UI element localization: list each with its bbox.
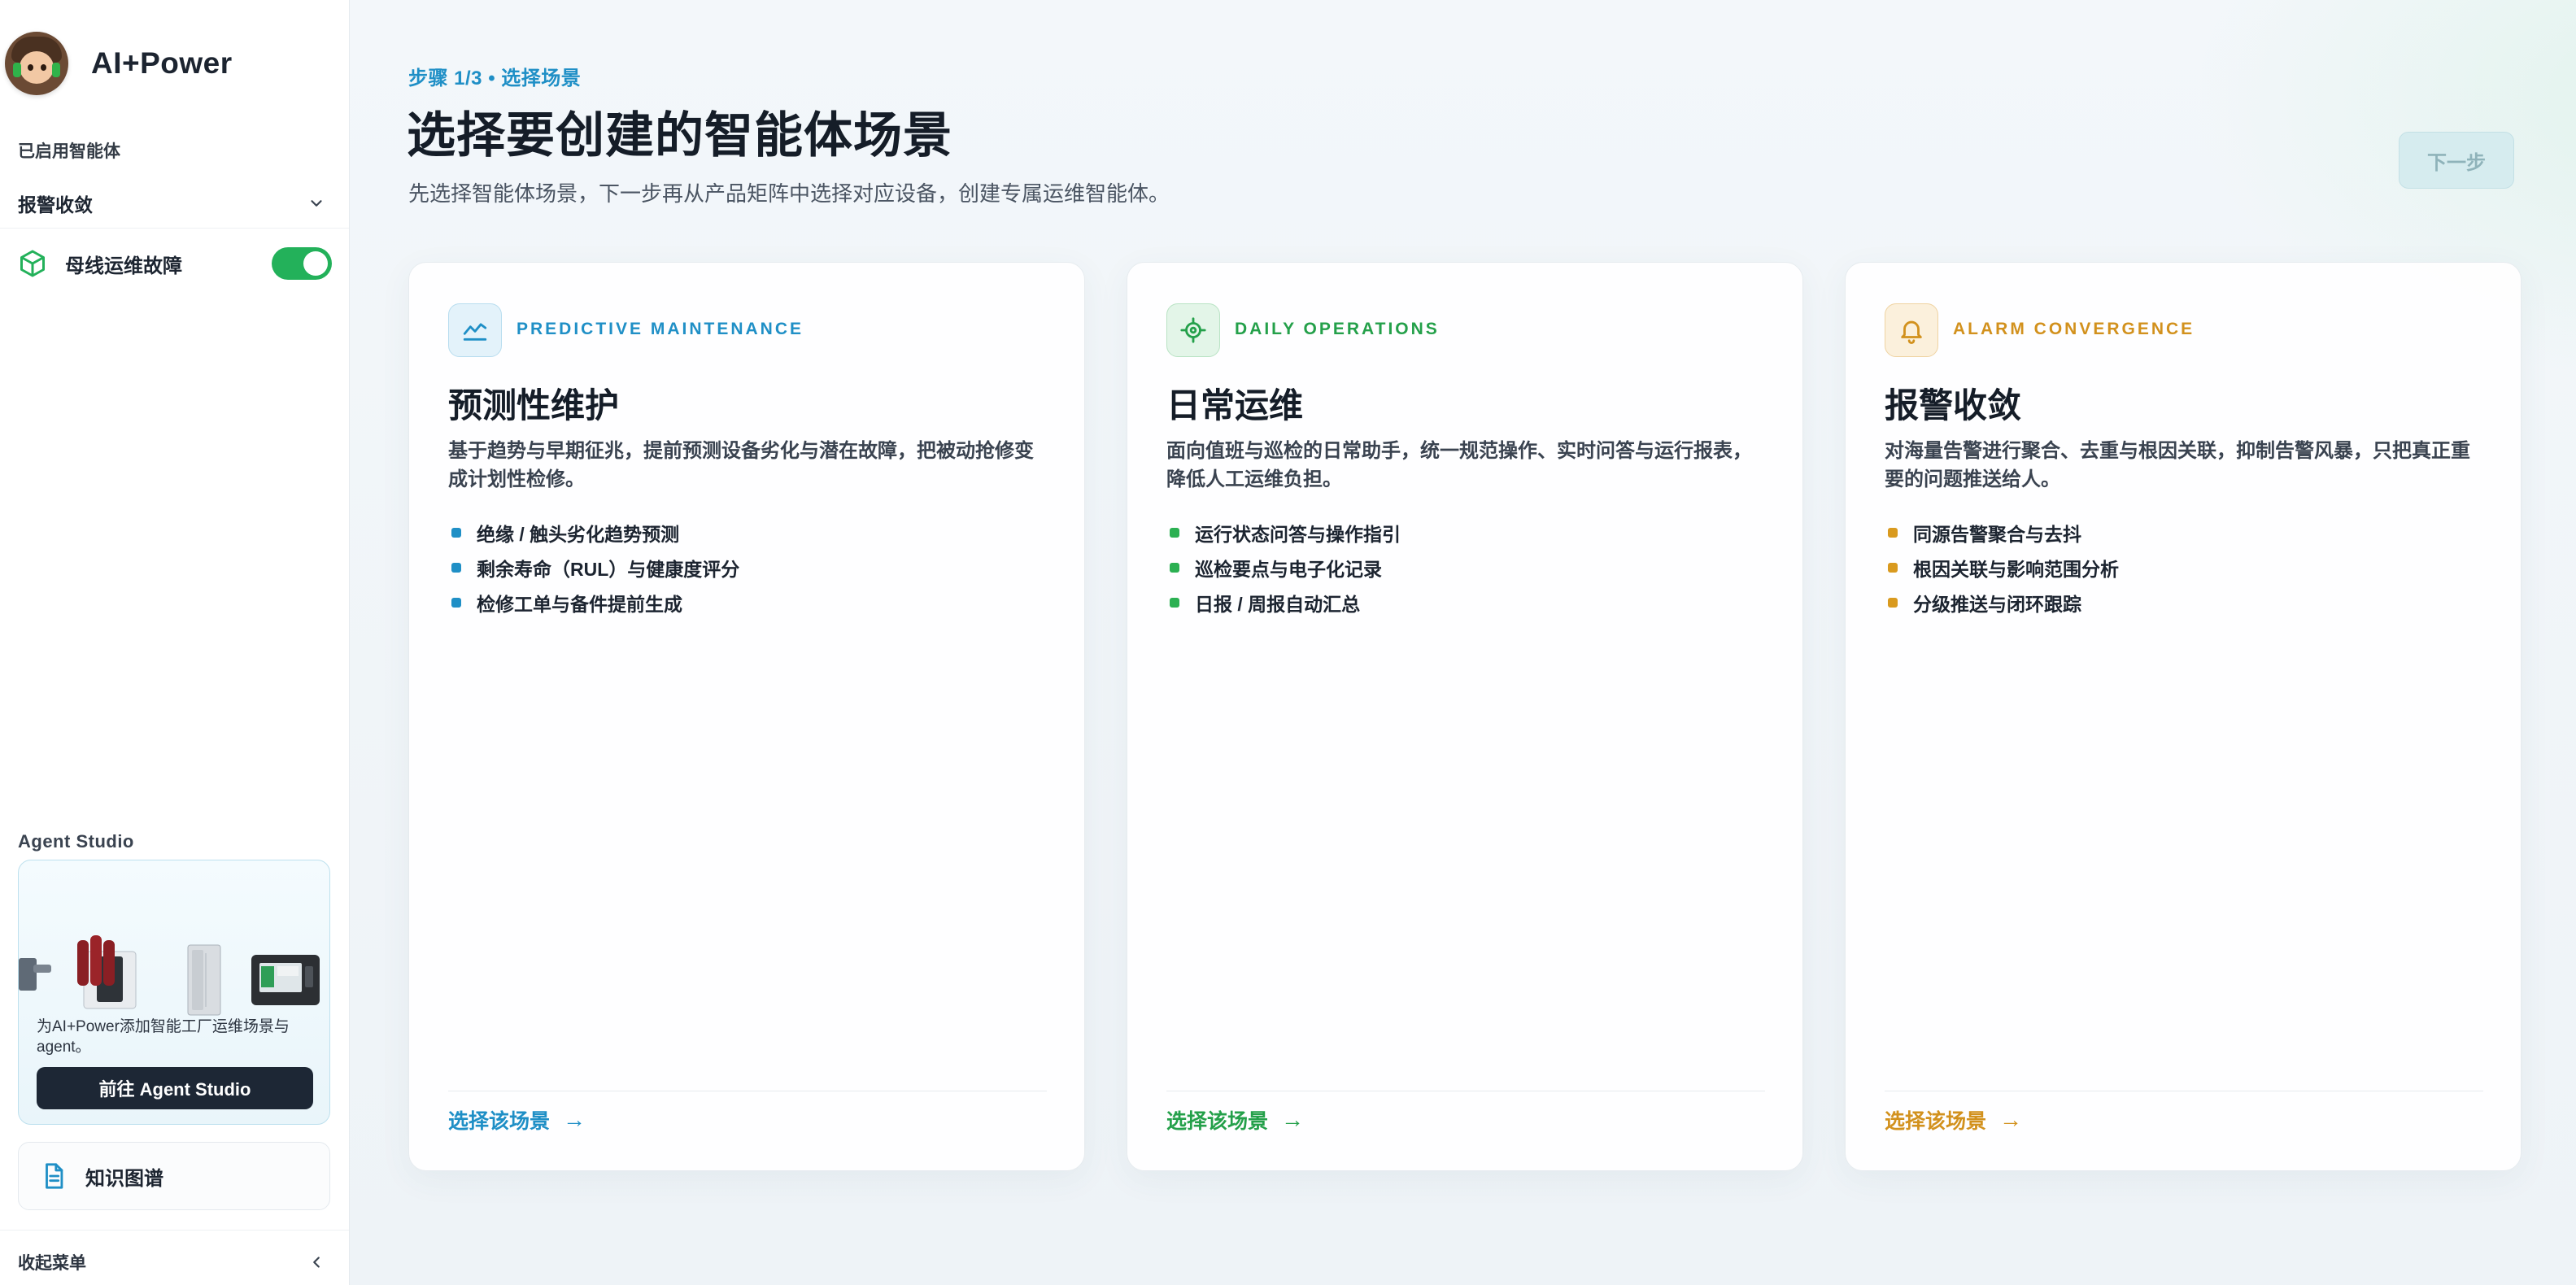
feature-list: 同源告警聚合与去抖 根因关联与影响范围分析 分级推送与闭环跟踪: [1885, 515, 2119, 620]
list-item: 日报 / 周报自动汇总: [1166, 585, 1401, 620]
document-icon: [46, 1163, 63, 1189]
card-description: 基于趋势与早期征兆，提前预测设备劣化与潜在故障，把被动抢修变成计划性检修。: [448, 440, 1034, 490]
cta-label: 选择该场景: [448, 1110, 551, 1133]
card-description: 对海量告警进行聚合、去重与根因关联，抑制告警风暴，只把真正重要的问题推送给人。: [1885, 440, 2470, 490]
target-icon: [1166, 303, 1220, 357]
card-title: 日常运维: [1166, 386, 1304, 425]
collapse-menu-button[interactable]: 收起菜单: [18, 1246, 325, 1278]
app-title: AI+Power: [91, 46, 233, 80]
card-tag: ALARM CONVERGENCE: [1953, 320, 2195, 338]
select-scenario-link[interactable]: 选择该场景 →: [448, 1105, 586, 1135]
feature-text: 剩余寿命（RUL）与健康度评分: [477, 558, 740, 580]
sidebar-divider-bottom: [0, 1230, 349, 1231]
scenario-card-predictive-maintenance[interactable]: PREDICTIVE MAINTENANCE 预测性维护 基于趋势与早期征兆，提…: [408, 262, 1085, 1171]
sidebar-item-agent[interactable]: 母线运维故障: [18, 241, 332, 286]
studio-description: 为AI+Power添加智能工厂运维场景与agent。: [37, 1018, 290, 1056]
sidebar-item-knowledge-graph[interactable]: 知识图谱: [18, 1142, 330, 1210]
card-title: 报警收敛: [1885, 386, 2022, 425]
page-title: 选择要创建的智能体场景: [407, 108, 952, 163]
list-item: 绝缘 / 触头劣化趋势预测: [448, 515, 739, 550]
list-item: 根因关联与影响范围分析: [1885, 550, 2119, 585]
page-subtitle: 先选择智能体场景，下一步再从产品矩阵中选择对应设备，创建专属运维智能体。: [408, 181, 1170, 206]
knowledge-graph-label: 知识图谱: [85, 1167, 163, 1190]
list-item: 分级推送与闭环跟踪: [1885, 585, 2119, 620]
feature-list: 运行状态问答与操作指引 巡检要点与电子化记录 日报 / 周报自动汇总: [1166, 515, 1401, 620]
feature-text: 运行状态问答与操作指引: [1195, 523, 1401, 545]
collapse-menu-label: 收起菜单: [18, 1254, 86, 1273]
feature-text: 日报 / 周报自动汇总: [1195, 593, 1361, 615]
chevron-left-icon: [307, 1253, 325, 1271]
list-item: 检修工单与备件提前生成: [448, 585, 739, 620]
cta-label: 选择该场景: [1885, 1110, 1987, 1133]
avatar: [5, 32, 68, 95]
trend-chart-icon: [448, 303, 502, 357]
cta-label: 选择该场景: [1166, 1110, 1269, 1133]
studio-section-label: Agent Studio: [18, 831, 134, 852]
feature-list: 绝缘 / 触头劣化趋势预测 剩余寿命（RUL）与健康度评分 检修工单与备件提前生…: [448, 515, 739, 620]
list-item: 运行状态问答与操作指引: [1166, 515, 1401, 550]
arrow-right-icon: →: [1281, 1107, 1305, 1132]
arrow-right-icon: →: [1999, 1107, 2023, 1132]
arrow-right-icon: →: [563, 1107, 586, 1132]
brand: AI+Power: [5, 31, 233, 96]
feature-text: 检修工单与备件提前生成: [477, 593, 682, 615]
feature-text: 同源告警聚合与去抖: [1913, 523, 2081, 545]
card-title: 预测性维护: [448, 386, 620, 425]
cube-icon: [20, 250, 45, 277]
select-scenario-link[interactable]: 选择该场景 →: [1885, 1105, 2022, 1135]
device-products-image: [19, 935, 320, 1016]
list-item: 剩余寿命（RUL）与健康度评分: [448, 550, 739, 585]
agent-group-label: 报警收敛: [18, 194, 93, 216]
list-item: 巡检要点与电子化记录: [1166, 550, 1401, 585]
scenario-card-alarm-convergence[interactable]: ALARM CONVERGENCE 报警收敛 对海量告警进行聚合、去重与根因关联…: [1845, 262, 2522, 1171]
step-indicator: 步骤 1/3 • 选择场景: [408, 68, 582, 89]
sidebar-divider: [0, 228, 349, 229]
feature-text: 根因关联与影响范围分析: [1913, 558, 2119, 580]
select-scenario-link[interactable]: 选择该场景 →: [1166, 1105, 1304, 1135]
list-item: 同源告警聚合与去抖: [1885, 515, 2119, 550]
enabled-agents-label: 已启用智能体: [18, 142, 120, 161]
next-step-button[interactable]: 下一步: [2399, 132, 2514, 189]
scenario-card-daily-operations[interactable]: DAILY OPERATIONS 日常运维 面向值班与巡检的日常助手，统一规范操…: [1127, 262, 1803, 1171]
agent-label: 母线运维故障: [65, 255, 182, 277]
feature-text: 巡检要点与电子化记录: [1195, 558, 1382, 580]
studio-card: 为AI+Power添加智能工厂运维场景与agent。 前往 Agent Stud…: [18, 860, 330, 1125]
card-description: 面向值班与巡检的日常助手，统一规范操作、实时问答与运行报表，降低人工运维负担。: [1166, 440, 1752, 490]
agent-enable-toggle[interactable]: [272, 247, 332, 280]
sidebar: AI+Power 已启用智能体 报警收敛 母线运维故障 Agent Studio: [0, 0, 350, 1285]
go-to-agent-studio-button[interactable]: 前往 Agent Studio: [37, 1067, 313, 1109]
agent-group-toggle[interactable]: 报警收敛: [18, 185, 325, 221]
bell-icon: [1885, 303, 1938, 357]
card-tag: PREDICTIVE MAINTENANCE: [517, 320, 804, 338]
card-tag: DAILY OPERATIONS: [1235, 320, 1440, 338]
feature-text: 绝缘 / 触头劣化趋势预测: [477, 523, 680, 545]
feature-text: 分级推送与闭环跟踪: [1913, 593, 2081, 615]
chevron-down-icon: [307, 194, 325, 212]
